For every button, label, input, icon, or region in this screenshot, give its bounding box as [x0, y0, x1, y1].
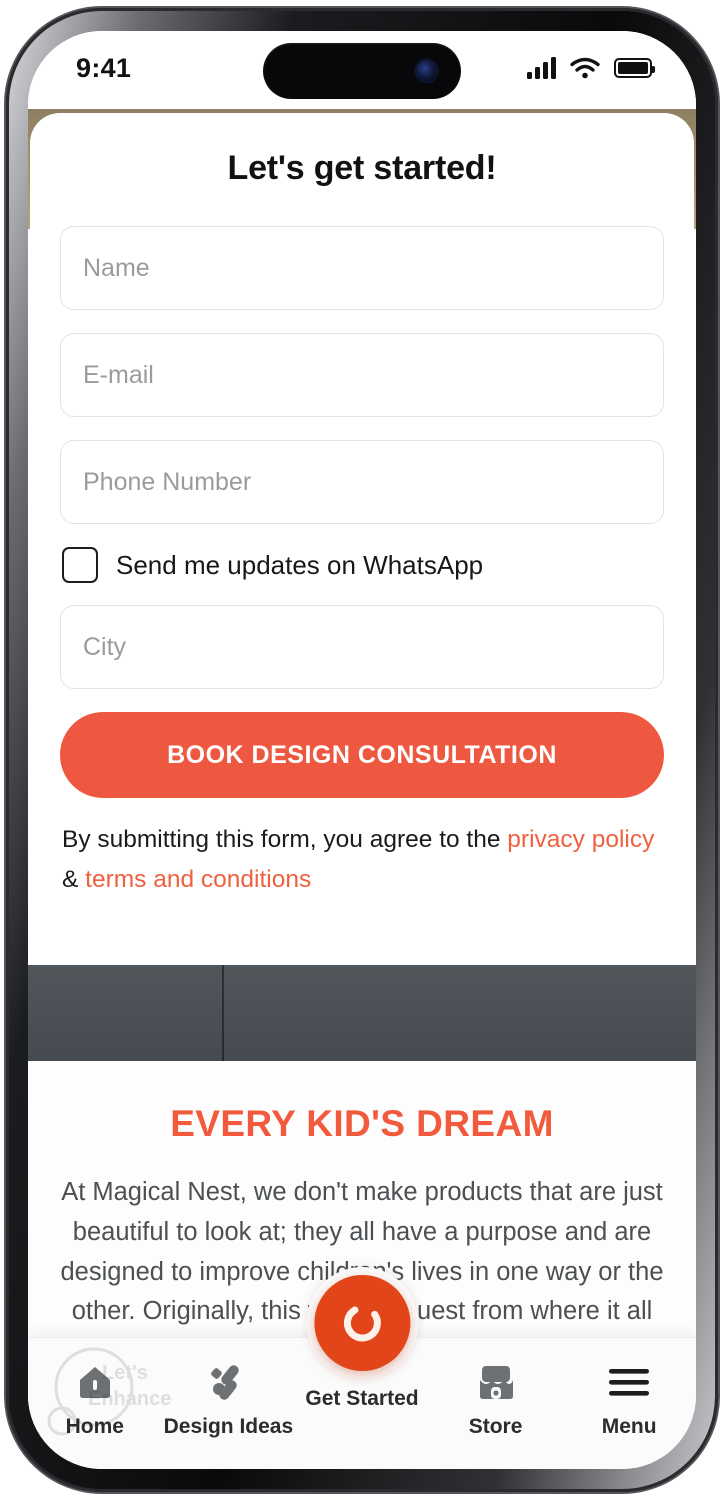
form-title: Let's get started!: [227, 149, 497, 187]
privacy-policy-link[interactable]: privacy policy: [507, 826, 654, 853]
status-bar-indicators: [527, 57, 655, 79]
phone-frame: EVERY KID'S DREAM At Magical Nest, we do…: [6, 8, 718, 1492]
tab-design-ideas-label: Design Ideas: [163, 1415, 294, 1438]
cellular-signal-icon: [527, 57, 556, 79]
tab-menu[interactable]: Menu: [562, 1338, 696, 1439]
front-camera-icon: [416, 60, 437, 82]
tab-home-label: Home: [65, 1415, 124, 1438]
tab-store-label: Store: [468, 1415, 523, 1438]
whatsapp-updates-label: Send me updates on WhatsApp: [116, 549, 484, 580]
name-input[interactable]: Name: [60, 226, 664, 310]
tab-store[interactable]: Store: [429, 1338, 563, 1439]
battery-icon: [614, 58, 655, 78]
dynamic-island: [263, 43, 461, 99]
status-bar: 9:41: [28, 31, 696, 109]
terms-conditions-link[interactable]: terms and conditions: [85, 866, 311, 893]
store-icon: [475, 1360, 517, 1404]
form-fields: Name E-mail Phone Number Send me updates…: [60, 226, 664, 899]
hero-photo-band: [28, 965, 696, 1061]
get-started-fab-wrapper: Get Started: [305, 1267, 419, 1411]
whatsapp-updates-checkbox[interactable]: [62, 547, 98, 583]
tab-home[interactable]: Home: [28, 1338, 162, 1439]
disclaimer-text: By submitting this form, you agree to th…: [62, 826, 508, 853]
get-started-fab-button[interactable]: [313, 1275, 410, 1371]
app-page: EVERY KID'S DREAM At Magical Nest, we do…: [28, 31, 696, 1469]
tab-menu-label: Menu: [601, 1415, 657, 1438]
book-consultation-button[interactable]: BOOK DESIGN CONSULTATION: [60, 712, 664, 798]
email-input[interactable]: E-mail: [60, 333, 664, 417]
fab-ring-cutout: [305, 1267, 418, 1379]
status-bar-time: 9:41: [76, 53, 132, 83]
home-icon: [75, 1360, 115, 1404]
city-input[interactable]: City: [60, 605, 664, 689]
design-tools-icon: [207, 1360, 249, 1404]
tab-design-ideas[interactable]: Design Ideas: [162, 1338, 296, 1439]
hamburger-menu-icon: [607, 1360, 651, 1404]
wifi-icon: [570, 57, 600, 79]
section-heading: EVERY KID'S DREAM: [170, 1103, 554, 1144]
lead-form-card: Let's get started! Name E-mail Phone Num…: [30, 113, 694, 965]
nest-ring-icon: [343, 1304, 381, 1342]
form-disclaimer: By submitting this form, you agree to th…: [62, 820, 662, 899]
phone-input[interactable]: Phone Number: [60, 440, 664, 524]
phone-screen: EVERY KID'S DREAM At Magical Nest, we do…: [28, 31, 696, 1469]
whatsapp-updates-checkbox-row[interactable]: Send me updates on WhatsApp: [62, 547, 664, 583]
get-started-fab-label: Get Started: [305, 1387, 419, 1410]
disclaimer-separator: &: [62, 865, 86, 893]
